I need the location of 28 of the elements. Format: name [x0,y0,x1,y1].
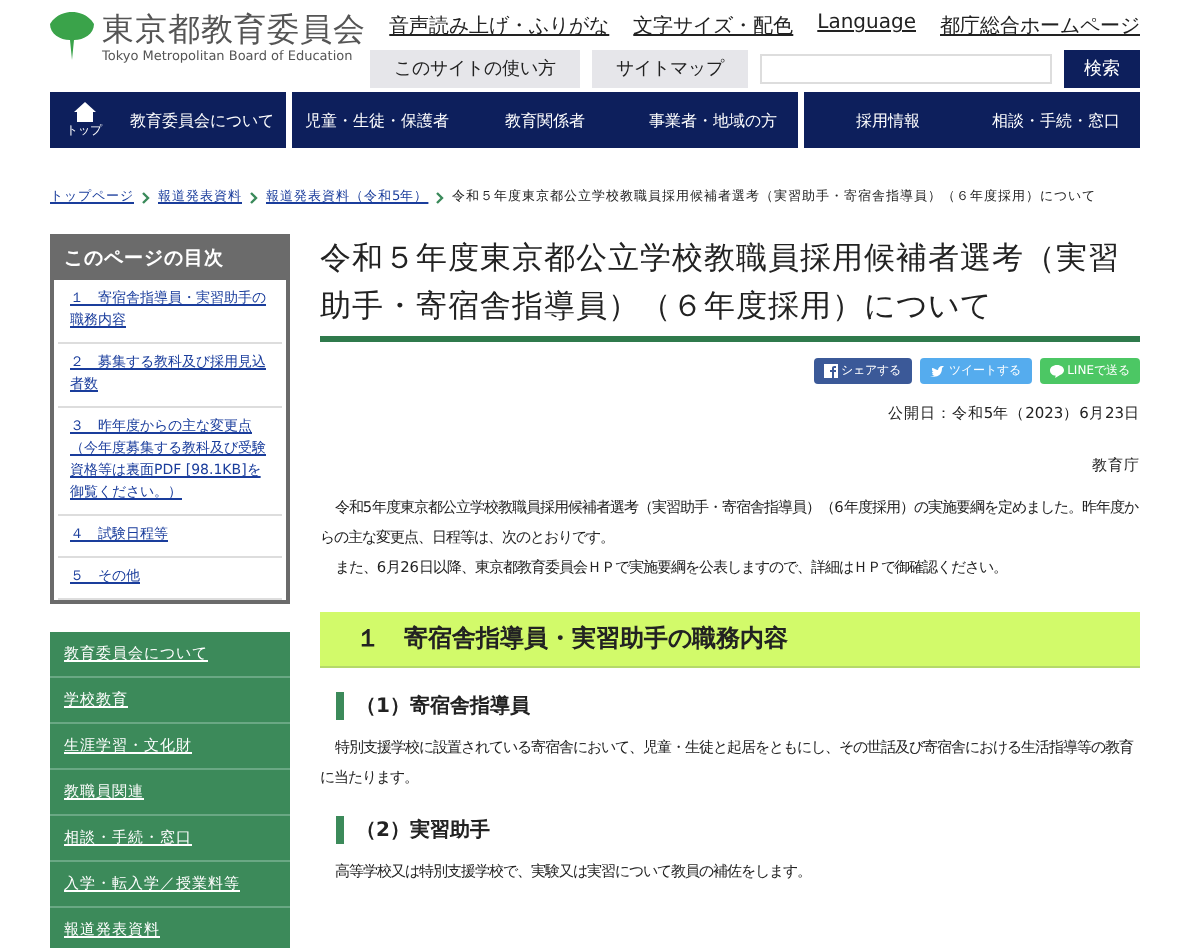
chevron-icon [436,191,445,203]
nav-item[interactable]: 事業者・地域の方 [629,92,804,148]
subsection-heading: （2）実習助手 [336,816,1140,844]
utility-link[interactable]: 音声読み上げ・ふりがな [389,12,610,40]
nav-item[interactable]: 児童・生徒・保護者 [292,92,461,148]
speech-bubble-icon [1049,364,1064,378]
subsection-heading: （1）寄宿舎指導員 [336,692,1140,720]
house-icon [73,101,95,121]
ginkgo-leaf-icon [50,12,94,60]
header-button[interactable]: このサイトの使い方 [370,50,580,88]
page-title: 令和５年度東京都公立学校教職員採用候補者選考（実習助手・寄宿舎指導員）（６年度採用）について [320,234,1140,342]
logo-title: 東京都教育委員会 [102,12,366,48]
nav-item[interactable]: 教育関係者 [460,92,630,148]
nav-item[interactable]: 相談・手続・窓口 [971,92,1141,148]
utility-link[interactable]: 文字サイズ・配色 [633,12,794,40]
utility-link[interactable]: 都庁総合ホームページ [940,12,1140,40]
facebook-icon [823,364,838,378]
chevron-icon [142,191,150,203]
nav-item[interactable]: 採用情報 [803,92,972,148]
nav-item[interactable]: 教育委員会について [118,92,293,148]
chevron-icon [250,191,258,203]
utility-link[interactable]: Language [817,12,916,40]
search-field[interactable] [760,54,1052,84]
section-heading: １ 寄宿舎指導員・実習助手の職務内容 [320,612,1140,668]
search-button[interactable]: 検索 [1064,50,1140,88]
header-button[interactable]: サイトマップ [592,50,748,88]
toc-title: このページの目次 [54,238,286,280]
bird-icon [929,365,946,377]
